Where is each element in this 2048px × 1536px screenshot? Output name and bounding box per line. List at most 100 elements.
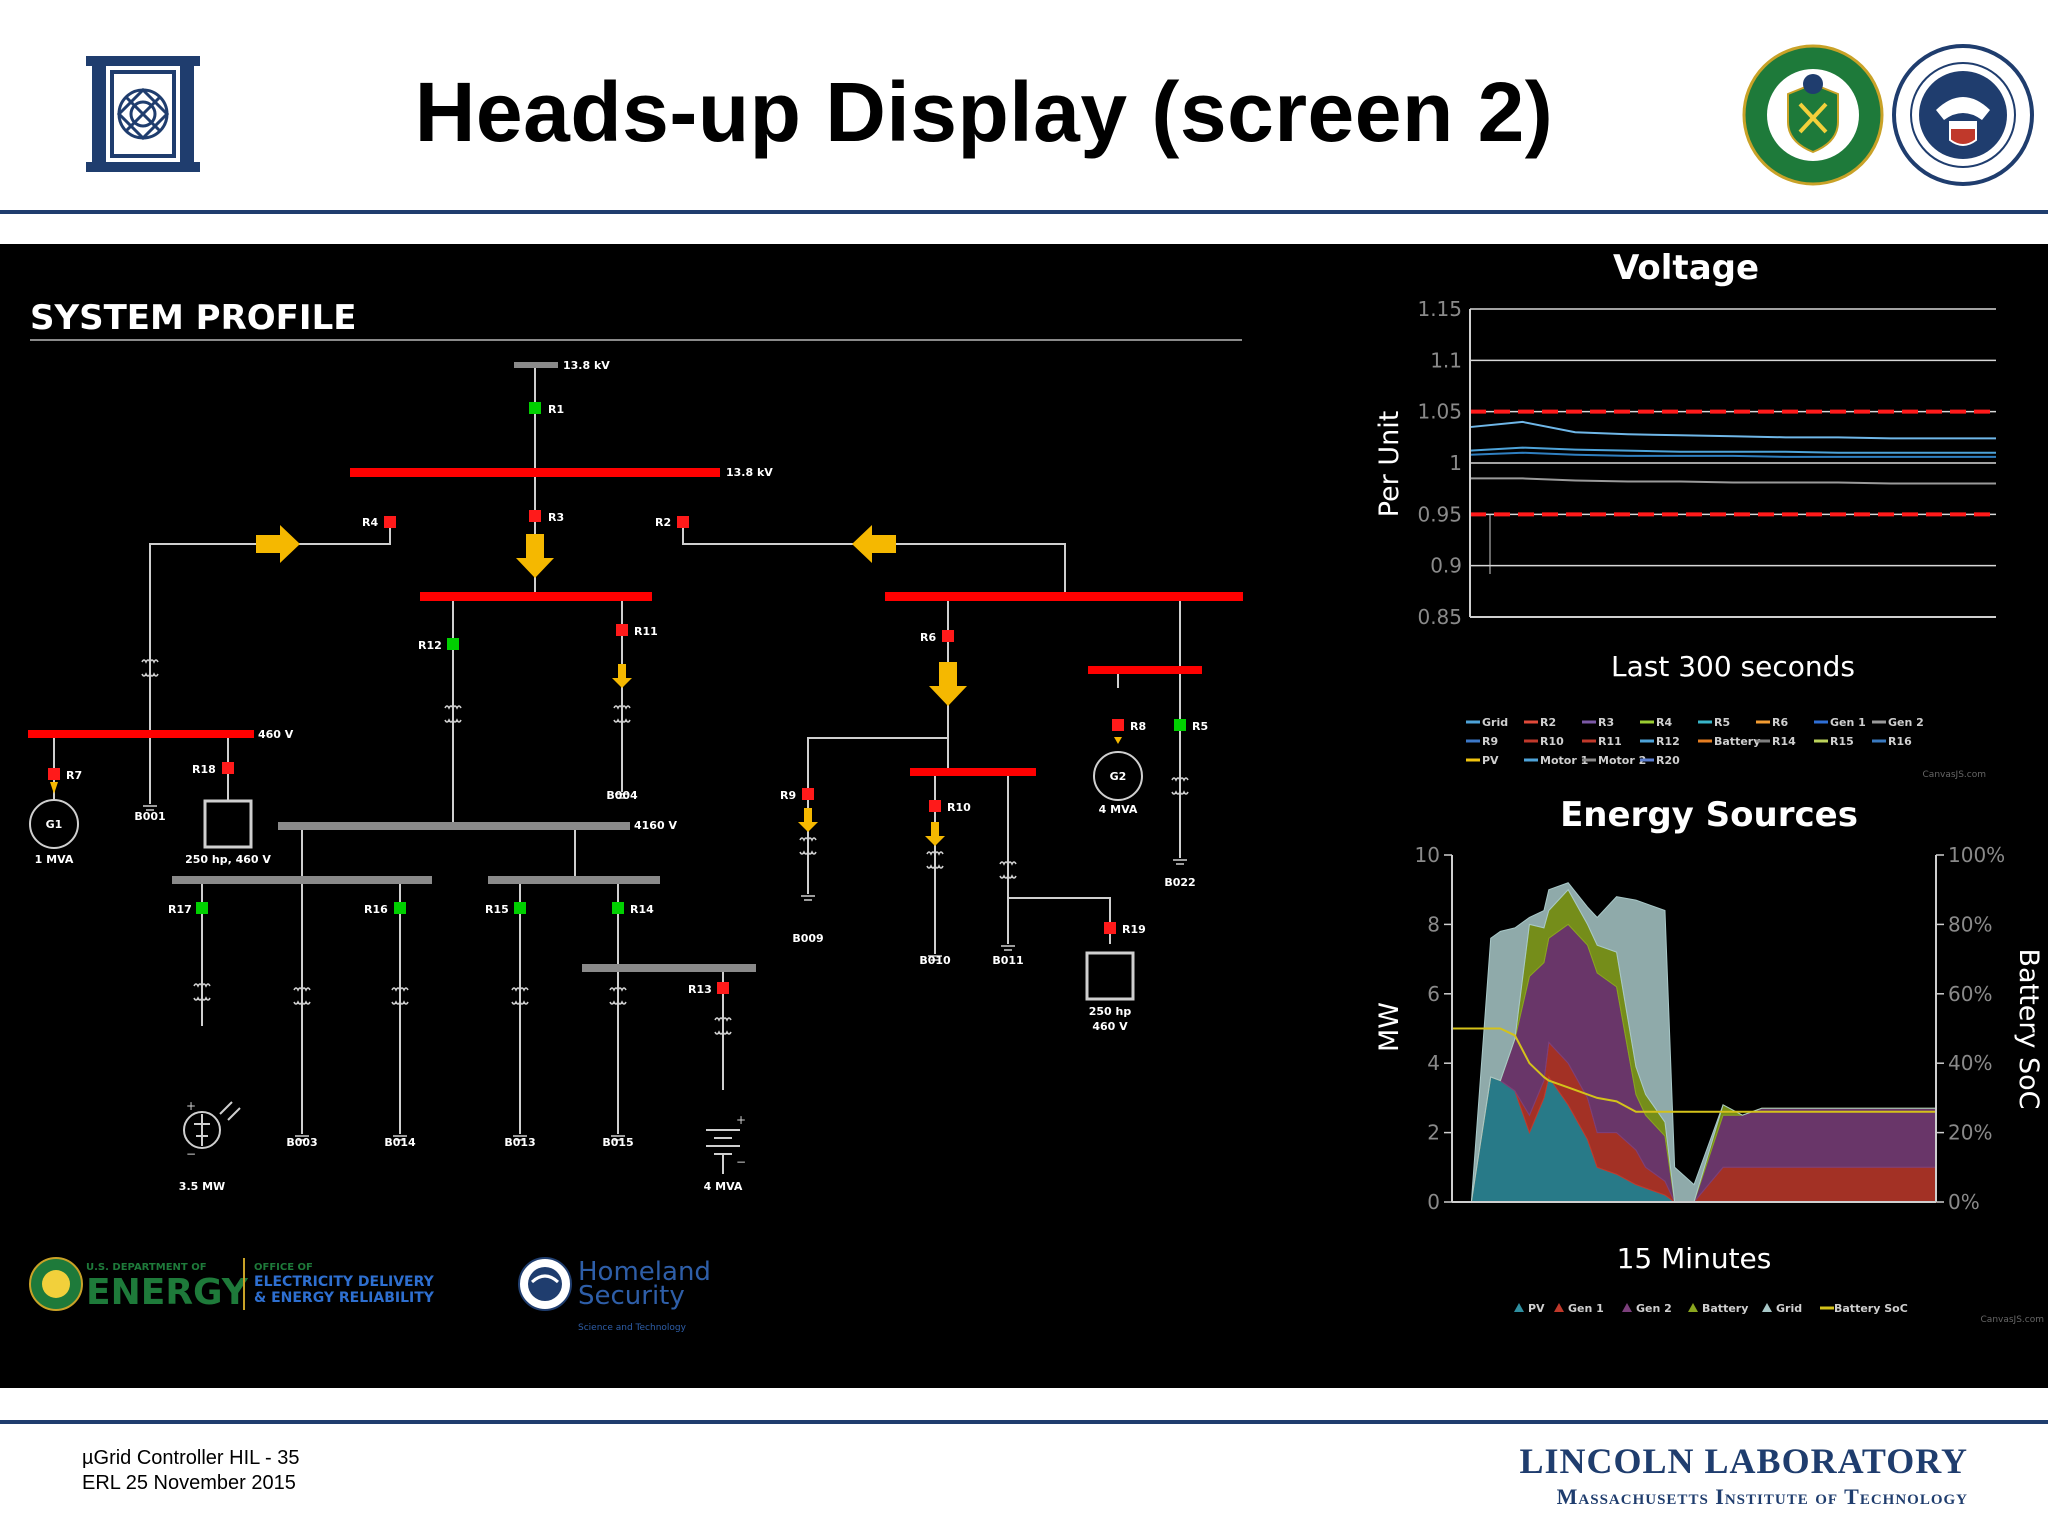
energy-legend-label: PV — [1528, 1302, 1545, 1315]
voltage-x-axis-label: Last 300 seconds — [1611, 650, 1855, 683]
breaker-r12 — [447, 638, 459, 650]
voltage-series-line — [1469, 446, 1996, 454]
voltage-legend-label: R4 — [1656, 716, 1672, 729]
lincoln-lab-wordmark: LINCOLN LABORATORY Massachusetts Institu… — [1520, 1440, 1968, 1510]
voltage-tick-label: 0.9 — [1430, 554, 1462, 578]
load-b001: B001 — [134, 810, 165, 823]
breaker-r14 — [612, 902, 624, 914]
load-b011: B011 — [992, 954, 1023, 967]
voltage-series-line — [1470, 477, 1996, 485]
voltage-legend-label: R14 — [1772, 735, 1796, 748]
battery-icon: + − — [706, 1113, 746, 1174]
breaker-r17 — [196, 902, 208, 914]
flow-arrow-r9 — [798, 808, 818, 832]
breaker-r16 — [394, 902, 406, 914]
svg-text:−: − — [736, 1155, 746, 1169]
energy-tick-label: 0 — [1427, 1190, 1440, 1214]
bus-right-13-8kv — [885, 592, 1243, 601]
flow-arrow-down-r3 — [516, 534, 554, 578]
load-b015: B015 — [602, 1136, 633, 1149]
energy-legend-label: Gen 2 — [1636, 1302, 1672, 1315]
energy-chart: Energy Sources MW Battery SoC 02468100%2… — [1374, 795, 2044, 1325]
load-b014: B014 — [384, 1136, 416, 1149]
voltage-legend-label: R3 — [1598, 716, 1614, 729]
energy-tick-label-right: 100% — [1948, 843, 2005, 867]
footer-rule — [0, 1420, 2048, 1424]
generator-g1-label: G1 — [46, 818, 63, 831]
dhs-seal — [1892, 44, 2034, 186]
breaker-r6-label: R6 — [920, 631, 936, 644]
voltage-tick-label: 1.15 — [1417, 297, 1462, 321]
energy-legend-label: Battery SoC — [1834, 1302, 1908, 1315]
energy-y-axis-label: MW — [1374, 1002, 1405, 1052]
energy-legend-swatch — [1762, 1303, 1772, 1312]
motor-1-icon — [203, 799, 253, 849]
label-460v: 460 V — [258, 728, 294, 741]
energy-tick-label: 10 — [1415, 843, 1440, 867]
oe-line-2: ELECTRICITY DELIVERY — [254, 1274, 435, 1290]
label-13-8kv-main: 13.8 kV — [726, 466, 773, 479]
voltage-legend-label: R5 — [1714, 716, 1730, 729]
bus-4160v-left — [172, 876, 432, 884]
breaker-r7-label: R7 — [66, 769, 82, 782]
footer-info: µGrid Controller HIL - 35 ERL 25 Novembe… — [82, 1446, 300, 1496]
energy-tick-label-right: 40% — [1948, 1051, 1992, 1075]
energy-tick-label: 6 — [1427, 982, 1440, 1006]
flow-arrow-left — [852, 525, 896, 563]
breaker-r5 — [1174, 719, 1186, 731]
breaker-r4 — [384, 516, 396, 528]
energy-chart-credit: CanvasJS.com — [1981, 1315, 2044, 1325]
svg-text:−: − — [186, 1147, 196, 1161]
energy-legend-swatch — [1688, 1303, 1698, 1312]
flow-arrow-down-r6 — [929, 662, 967, 706]
breaker-r8 — [1112, 719, 1124, 731]
energy-tick-label-right: 20% — [1948, 1121, 1992, 1145]
energy-tick-label-right: 0% — [1948, 1190, 1980, 1214]
motor-2-rating-l1: 250 hp — [1089, 1005, 1132, 1018]
breaker-r11-label: R11 — [634, 625, 658, 638]
motor-2-rating-l2: 460 V — [1092, 1020, 1128, 1033]
breaker-r19 — [1104, 922, 1116, 934]
transformers — [141, 659, 1189, 1035]
energy-tick-label-right: 60% — [1948, 982, 1992, 1006]
flow-arrow-r11 — [612, 664, 632, 688]
voltage-legend-label: R12 — [1656, 735, 1680, 748]
system-profile-title: SYSTEM PROFILE — [30, 298, 356, 338]
energy-x-axis-label: 15 Minutes — [1617, 1242, 1772, 1275]
voltage-chart-credit: CanvasJS.com — [1923, 770, 1986, 780]
breaker-r11 — [616, 624, 628, 636]
pv-rating: 3.5 MW — [179, 1180, 225, 1193]
oe-line-1: OFFICE OF — [254, 1262, 313, 1273]
label-13-8kv-top: 13.8 kV — [563, 359, 610, 372]
load-b004: B004 — [606, 789, 638, 802]
dhs-line-2: Security — [578, 1281, 685, 1311]
doe-oe-logo: U.S. DEPARTMENT OF ENERGY OFFICE OF ELEC… — [29, 1257, 435, 1313]
voltage-legend-label: R20 — [1656, 754, 1680, 767]
generator-g1-rating: 1 MVA — [35, 853, 74, 866]
flow-arrow-right — [256, 525, 300, 563]
voltage-legend-label: R9 — [1482, 735, 1498, 748]
bus-g2 — [1088, 666, 1202, 674]
footer-line-1: µGrid Controller HIL - 35 — [82, 1447, 300, 1469]
breaker-r15 — [514, 902, 526, 914]
bus-4160v — [278, 822, 630, 830]
flow-arrow-r7 — [50, 782, 58, 794]
header-rule — [0, 210, 2048, 214]
voltage-legend-label: R16 — [1888, 735, 1912, 748]
voltage-legend-label: Battery — [1714, 735, 1760, 748]
bus-460v — [28, 730, 254, 738]
motor-2-icon — [1085, 951, 1135, 1001]
bus-source-13-8kv — [514, 362, 558, 368]
breaker-r2-label: R2 — [655, 516, 671, 529]
voltage-tick-label: 0.95 — [1417, 502, 1462, 526]
battery-rating: 4 MVA — [704, 1180, 743, 1193]
energy-legend-label: Grid — [1776, 1302, 1802, 1315]
dhs-st-logo: Homeland Security Science and Technology — [518, 1257, 711, 1333]
energy-legend-label: Battery — [1702, 1302, 1748, 1315]
energy-chart-title: Energy Sources — [1560, 795, 1858, 835]
breaker-r17-label: R17 — [168, 903, 192, 916]
breaker-r4-label: R4 — [362, 516, 378, 529]
breaker-r13-label: R13 — [688, 983, 712, 996]
voltage-legend-label: Motor 1 — [1540, 754, 1588, 767]
breaker-r16-label: R16 — [364, 903, 388, 916]
